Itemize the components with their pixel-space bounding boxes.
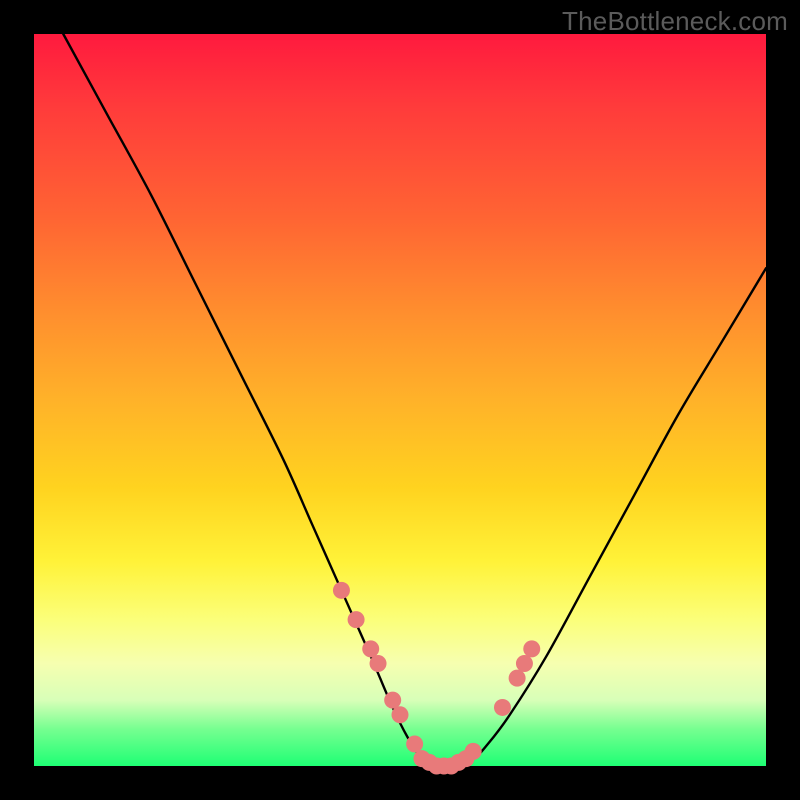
bottleneck-curve — [63, 34, 766, 767]
highlight-dot — [392, 706, 409, 723]
highlight-dot — [523, 640, 540, 657]
highlight-dot — [494, 699, 511, 716]
highlight-dot — [370, 655, 387, 672]
highlight-dot — [406, 736, 423, 753]
plot-area — [34, 34, 766, 766]
chart-frame: TheBottleneck.com — [0, 0, 800, 800]
curve-layer — [34, 34, 766, 766]
highlight-dot — [509, 670, 526, 687]
highlight-dot — [465, 743, 482, 760]
highlight-dot — [348, 611, 365, 628]
highlight-dots — [333, 582, 540, 775]
highlight-dot — [362, 640, 379, 657]
highlight-dot — [333, 582, 350, 599]
highlight-dot — [384, 692, 401, 709]
highlight-dot — [516, 655, 533, 672]
watermark-text: TheBottleneck.com — [562, 6, 788, 37]
